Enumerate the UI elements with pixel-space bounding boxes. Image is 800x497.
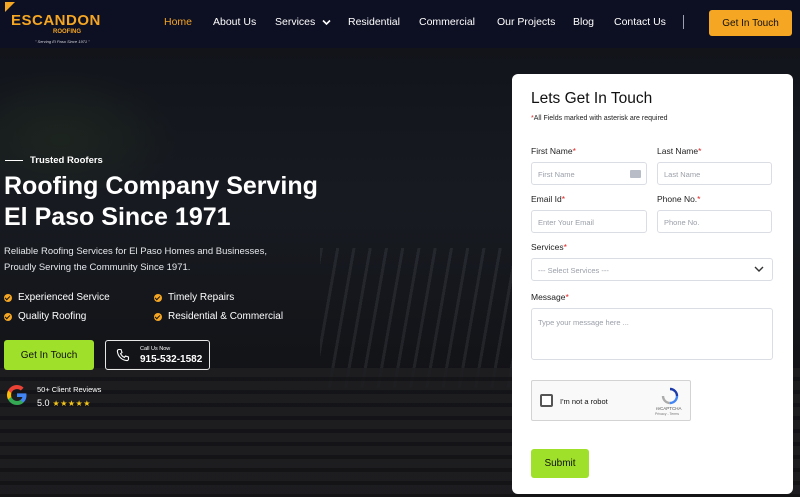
- feature-label: Experienced Service: [18, 292, 110, 303]
- logo-sub: ROOFING: [53, 29, 81, 35]
- hero-description-line-1: Reliable Roofing Services for El Paso Ho…: [4, 246, 267, 257]
- nav-home[interactable]: Home: [164, 16, 192, 28]
- logo-roof-mark: [5, 2, 15, 12]
- site-header: ESCANDON ROOFING " Serving El Paso Since…: [0, 0, 800, 48]
- google-icon: [7, 385, 27, 405]
- form-title: Lets Get In Touch: [531, 90, 653, 107]
- last-name-placeholder: Last Name: [664, 170, 701, 179]
- chevron-down-icon: [754, 266, 764, 272]
- check-circle-icon: [154, 312, 162, 321]
- feature-label: Timely Repairs: [168, 292, 235, 303]
- nav-our-projects[interactable]: Our Projects: [497, 16, 555, 28]
- recaptcha-links[interactable]: Privacy - Terms: [655, 412, 679, 416]
- hero-description: Reliable Roofing Services for El Paso Ho…: [4, 244, 294, 276]
- last-name-field[interactable]: Last Name: [657, 162, 772, 185]
- nav-residential[interactable]: Residential: [348, 16, 400, 28]
- first-name-field[interactable]: First Name: [531, 162, 647, 185]
- nav-contact-us[interactable]: Contact Us: [614, 16, 666, 28]
- email-label: Email Id*: [531, 194, 566, 204]
- recaptcha-icon: [661, 387, 679, 405]
- nav-blog[interactable]: Blog: [573, 16, 594, 28]
- nav-about-us[interactable]: About Us: [213, 16, 256, 28]
- hero-title-line-2: El Paso Since 1971: [4, 203, 231, 231]
- rating: 5.0 ★★★★★: [37, 398, 91, 408]
- phone-number: 915-532-1582: [140, 354, 203, 365]
- client-reviews-label: 50+ Client Reviews: [37, 385, 102, 394]
- check-circle-icon: [4, 293, 12, 302]
- escandon-logo[interactable]: ESCANDON ROOFING " Serving El Paso Since…: [5, 2, 105, 46]
- hero-get-in-touch-button[interactable]: Get In Touch: [4, 340, 94, 370]
- submit-button[interactable]: Submit: [531, 449, 589, 478]
- nav-divider: [683, 15, 684, 29]
- feature-label: Quality Roofing: [18, 311, 87, 322]
- autofill-icon: [630, 170, 641, 178]
- hero-eyebrow: Trusted Roofers: [30, 155, 103, 166]
- check-circle-icon: [4, 312, 12, 321]
- nav-commercial[interactable]: Commercial: [419, 16, 475, 28]
- feature-item: Timely Repairs: [154, 292, 234, 303]
- recaptcha-widget: I'm not a robot reCAPTCHA Privacy - Term…: [531, 380, 691, 421]
- eyebrow-line: [5, 160, 23, 161]
- phone-placeholder: Phone No.: [664, 218, 700, 227]
- message-label: Message*: [531, 292, 569, 302]
- services-select[interactable]: --- Select Services ---: [531, 258, 773, 281]
- logo-tagline: " Serving El Paso Since 1971 ": [35, 39, 90, 44]
- contact-form-card: Lets Get In Touch *All Fields marked wit…: [512, 74, 793, 494]
- email-placeholder: Enter Your Email: [538, 218, 594, 227]
- recaptcha-label: I'm not a robot: [560, 397, 608, 406]
- check-circle-icon: [154, 293, 162, 302]
- feature-label: Residential & Commercial: [168, 311, 284, 322]
- hero-description-line-2: Proudly Serving the Community Since 1971…: [4, 262, 191, 273]
- phone-label: Phone No.*: [657, 194, 701, 204]
- nav-services[interactable]: Services: [275, 16, 331, 28]
- recaptcha-brand: reCAPTCHA: [656, 406, 682, 411]
- message-placeholder: Type your message here ...: [538, 318, 629, 327]
- hero-title-line-1: Roofing Company Serving: [4, 172, 318, 200]
- feature-item: Experienced Service: [4, 292, 110, 303]
- feature-item: Residential & Commercial: [154, 311, 283, 322]
- hero-title: Roofing Company Serving El Paso Since 19…: [4, 171, 364, 233]
- first-name-placeholder: First Name: [538, 170, 575, 179]
- email-field[interactable]: Enter Your Email: [531, 210, 647, 233]
- call-us-button[interactable]: Call Us Now 915-532-1582: [105, 340, 210, 370]
- logo-name: ESCANDON: [11, 12, 101, 29]
- message-textarea[interactable]: Type your message here ...: [531, 308, 773, 360]
- rating-value: 5.0: [37, 398, 50, 408]
- services-label: Services*: [531, 242, 567, 252]
- call-us-label: Call Us Now: [140, 346, 171, 352]
- nav-services-label: Services: [275, 16, 316, 28]
- star-icons: ★★★★★: [52, 398, 91, 408]
- last-name-label: Last Name*: [657, 146, 702, 156]
- phone-icon: [116, 348, 130, 362]
- header-get-in-touch-button[interactable]: Get In Touch: [709, 10, 792, 36]
- required-note: *All Fields marked with asterisk are req…: [531, 115, 668, 122]
- phone-field[interactable]: Phone No.: [657, 210, 772, 233]
- chevron-down-icon: [322, 19, 331, 25]
- feature-item: Quality Roofing: [4, 311, 86, 322]
- services-selected: --- Select Services ---: [538, 266, 609, 275]
- first-name-label: First Name*: [531, 146, 576, 156]
- recaptcha-checkbox[interactable]: [540, 394, 553, 407]
